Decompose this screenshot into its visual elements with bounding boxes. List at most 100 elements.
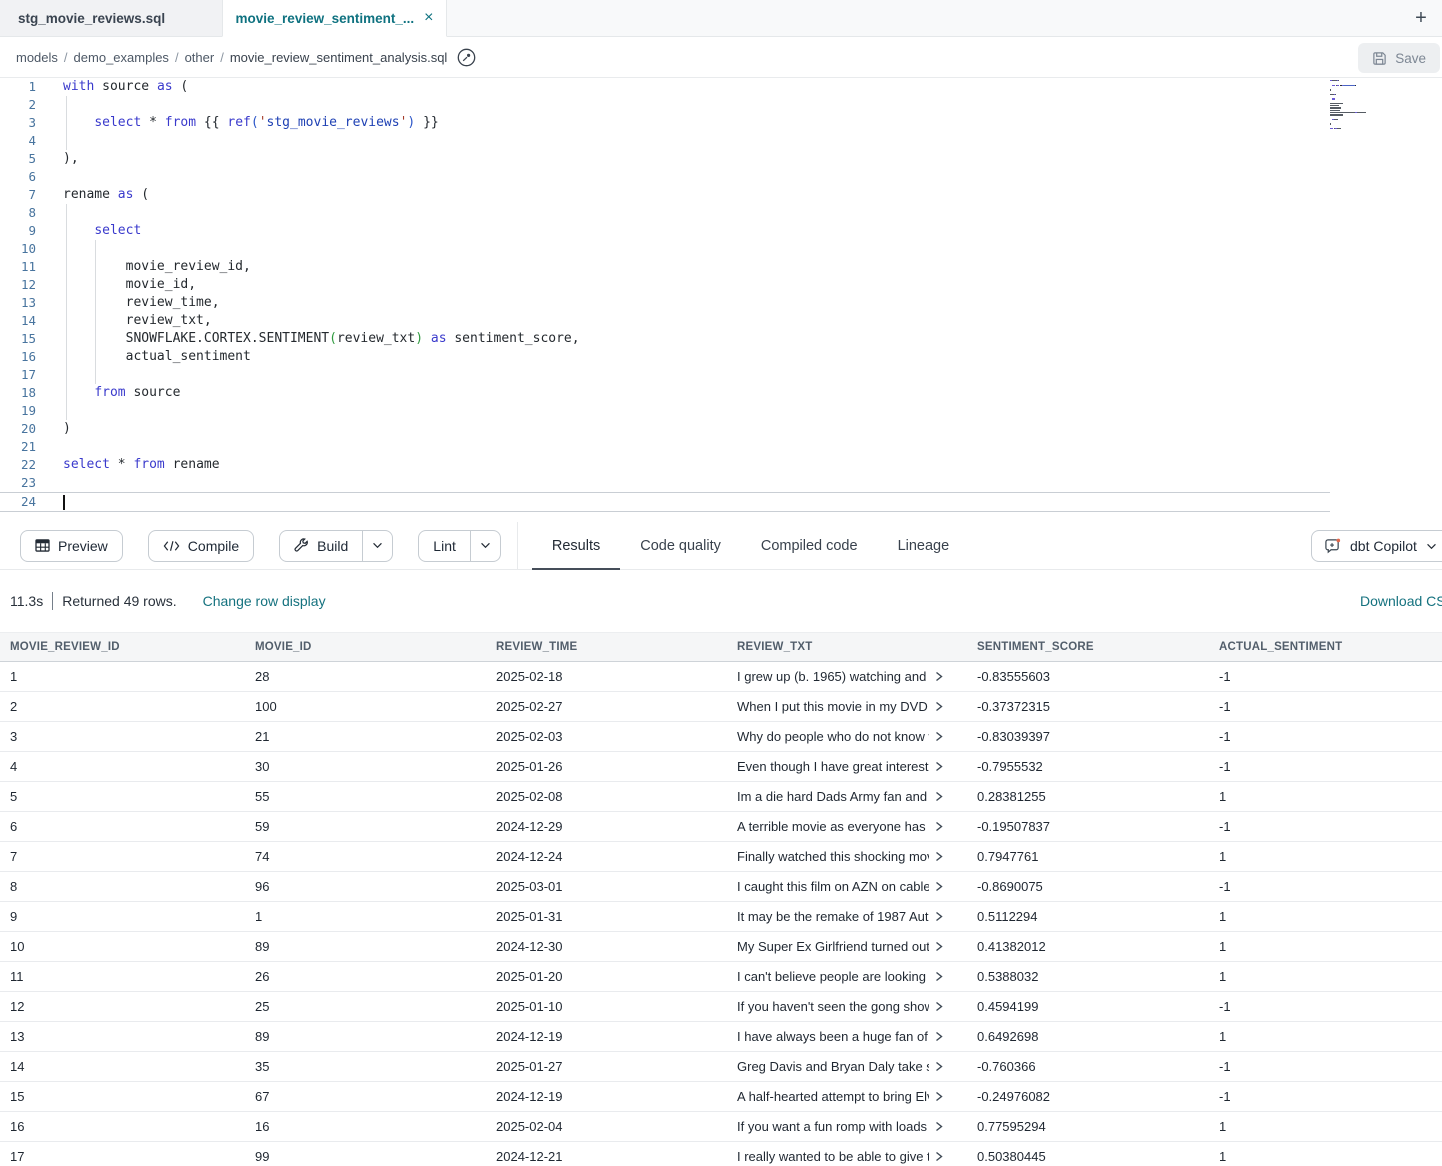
code-line[interactable]: 13 review_time, [0,294,1442,312]
save-button[interactable]: Save [1358,43,1440,73]
expand-cell-icon[interactable] [935,671,943,682]
code-line[interactable]: 16 actual_sentiment [0,348,1442,366]
code-line[interactable]: 4 [0,132,1442,150]
code-line[interactable]: 5), [0,150,1442,168]
code-text [36,366,63,384]
tab-code-quality[interactable]: Code quality [620,522,741,570]
expand-cell-icon[interactable] [935,821,943,832]
expand-cell-icon[interactable] [935,971,943,982]
column-header-review-txt[interactable]: REVIEW_TXT [727,641,967,653]
expand-cell-icon[interactable] [935,701,943,712]
column-header-sentiment-score[interactable]: SENTIMENT_SCORE [967,641,1209,653]
cell-movie-id: 25 [245,999,486,1014]
cell-sentiment-score: 0.5112294 [967,909,1209,924]
code-line[interactable]: 19 [0,402,1442,420]
review-text: If you want a fun romp with loads of s… [737,1119,929,1134]
expand-cell-icon[interactable] [935,761,943,772]
code-line[interactable]: 11 movie_review_id, [0,258,1442,276]
compile-button[interactable]: Compile [148,530,254,562]
tab-lineage[interactable]: Lineage [878,522,970,570]
minimap[interactable] [1330,78,1402,135]
code-line[interactable]: 7rename as ( [0,186,1442,204]
expand-cell-icon[interactable] [935,791,943,802]
download-csv-link[interactable]: Download CSV [1360,593,1442,609]
expand-cell-icon[interactable] [935,731,943,742]
code-line[interactable]: 3 select * from {{ ref('stg_movie_review… [0,114,1442,132]
code-line[interactable]: 6 [0,168,1442,186]
breadcrumb-separator: / [220,50,224,65]
cell-review-time: 2025-02-18 [486,669,727,684]
code-line[interactable]: 8 [0,204,1442,222]
dbt-copilot-button[interactable]: dbt Copilot [1311,530,1442,562]
column-header-movie-id[interactable]: MOVIE_ID [245,641,486,653]
code-line[interactable]: 14 review_txt, [0,312,1442,330]
column-header-review-time[interactable]: REVIEW_TIME [486,641,727,653]
build-button[interactable]: Build [279,530,393,562]
cell-sentiment-score: 0.6492698 [967,1029,1209,1044]
lint-button[interactable]: Lint [418,530,501,562]
expand-cell-icon[interactable] [935,911,943,922]
code-line[interactable]: 22select * from rename [0,456,1442,474]
line-number: 7 [0,186,36,204]
code-line[interactable]: 15 SNOWFLAKE.CORTEX.SENTIMENT(review_txt… [0,330,1442,348]
expand-cell-icon[interactable] [935,1031,943,1042]
code-editor[interactable]: 1with source as (23 select * from {{ ref… [0,78,1442,522]
code-line[interactable]: 17 [0,366,1442,384]
expand-cell-icon[interactable] [935,1001,943,1012]
code-line[interactable]: 18 from source [0,384,1442,402]
tab-stg-movie-reviews[interactable]: stg_movie_reviews.sql [0,0,222,36]
code-text [36,438,63,456]
cell-actual-sentiment: 1 [1209,849,1442,864]
code-text [36,493,63,511]
tab-results[interactable]: Results [532,522,620,570]
code-text [36,168,63,186]
column-header-actual-sentiment[interactable]: ACTUAL_SENTIMENT [1209,641,1442,653]
expand-cell-icon[interactable] [935,1151,943,1162]
expand-cell-icon[interactable] [935,881,943,892]
expand-cell-icon[interactable] [935,851,943,862]
review-text: Why do people who do not know what… [737,729,929,744]
close-icon[interactable]: × [424,10,433,26]
cell-sentiment-score: 0.77595294 [967,1119,1209,1134]
code-line[interactable]: 1with source as ( [0,78,1442,96]
tab-movie-review-sentiment[interactable]: movie_review_sentiment_... × [222,0,447,37]
change-row-display-link[interactable]: Change row display [203,593,326,609]
cell-review-txt: Why do people who do not know what… [727,729,967,744]
line-number: 3 [0,114,36,132]
code-line[interactable]: 2 [0,96,1442,114]
cell-movie-id: 89 [245,1029,486,1044]
lint-dropdown-button[interactable] [470,531,500,561]
breadcrumb-separator: / [64,50,68,65]
cell-review-time: 2025-01-20 [486,969,727,984]
review-text: I can't believe people are looking for a… [737,969,929,984]
status-divider [52,592,53,610]
save-icon [1372,51,1387,66]
file-actions-icon[interactable] [457,48,476,67]
breadcrumb-segment[interactable]: other [185,50,215,65]
preview-button[interactable]: Preview [20,530,123,562]
code-line[interactable]: 23 [0,474,1442,492]
code-line[interactable]: 24 [0,492,1330,512]
cell-review-time: 2024-12-24 [486,849,727,864]
tab-compiled-code[interactable]: Compiled code [741,522,878,570]
code-line[interactable]: 12 movie_id, [0,276,1442,294]
breadcrumb-segment[interactable]: demo_examples [74,50,169,65]
column-header-movie-review-id[interactable]: MOVIE_REVIEW_ID [0,641,245,653]
code-line[interactable]: 9 select [0,222,1442,240]
code-line[interactable]: 20) [0,420,1442,438]
cell-review-time: 2025-01-26 [486,759,727,774]
expand-cell-icon[interactable] [935,1121,943,1132]
line-number: 14 [0,312,36,330]
cell-actual-sentiment: -1 [1209,1059,1442,1074]
new-tab-button[interactable]: + [1408,5,1434,31]
expand-cell-icon[interactable] [935,1091,943,1102]
expand-cell-icon[interactable] [935,941,943,952]
expand-cell-icon[interactable] [935,1061,943,1072]
build-dropdown-button[interactable] [362,531,392,561]
breadcrumb-segment[interactable]: models [16,50,58,65]
code-line[interactable]: 21 [0,438,1442,456]
cell-movie-review-id: 17 [0,1149,245,1164]
code-text: rename as ( [36,186,149,204]
code-line[interactable]: 10 [0,240,1442,258]
line-number: 11 [0,258,36,276]
